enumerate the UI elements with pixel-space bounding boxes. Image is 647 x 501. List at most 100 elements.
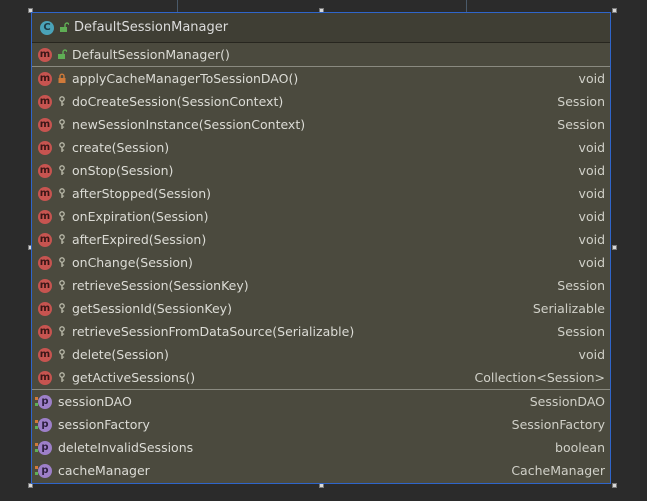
- member-signature: onExpiration(Session): [72, 209, 209, 224]
- member-row[interactable]: m onStop(Session) void: [32, 159, 610, 182]
- property-name: deleteInvalidSessions: [58, 440, 194, 455]
- member-row[interactable]: m retrieveSessionFromDataSource(Serializa…: [32, 320, 610, 343]
- member-row[interactable]: m create(Session) void: [32, 136, 610, 159]
- member-signature: onChange(Session): [72, 255, 193, 270]
- member-row[interactable]: m getActiveSessions() Collection<Session>: [32, 366, 610, 389]
- guide-line: [177, 0, 178, 12]
- protected-key-icon: [57, 96, 67, 108]
- methods-section: m applyCacheManagerToSessionDAO() void m doC…: [32, 67, 610, 390]
- uml-class-node[interactable]: C DefaultSessionManager m DefaultSessionM…: [31, 12, 611, 484]
- property-row[interactable]: p sessionFactory SessionFactory: [32, 413, 610, 436]
- private-lock-icon: [57, 73, 67, 85]
- protected-key-icon: [57, 165, 67, 177]
- member-row[interactable]: m afterStopped(Session) void: [32, 182, 610, 205]
- method-icon: m: [38, 163, 52, 178]
- public-visibility-icon: [57, 49, 67, 61]
- protected-key-icon: [57, 326, 67, 338]
- member-signature: doCreateSession(SessionContext): [72, 94, 284, 109]
- property-row[interactable]: p deleteInvalidSessions boolean: [32, 436, 610, 459]
- member-row[interactable]: m afterExpired(Session) void: [32, 228, 610, 251]
- member-type: void: [578, 163, 605, 178]
- member-type: Serializable: [532, 301, 605, 316]
- member-type: void: [578, 255, 605, 270]
- protected-key-icon: [57, 234, 67, 246]
- method-icon: m: [38, 186, 52, 201]
- member-signature: delete(Session): [72, 347, 169, 362]
- protected-key-icon: [57, 211, 67, 223]
- member-signature: retrieveSession(SessionKey): [72, 278, 249, 293]
- member-row[interactable]: m doCreateSession(SessionContext) Session: [32, 90, 610, 113]
- member-type: Session: [557, 324, 605, 339]
- constructors-section: m DefaultSessionManager(): [32, 43, 610, 67]
- member-signature: getActiveSessions(): [72, 370, 196, 385]
- method-icon: m: [38, 347, 52, 362]
- protected-key-icon: [57, 280, 67, 292]
- property-row[interactable]: p cacheManager CacheManager: [32, 459, 610, 482]
- protected-key-icon: [57, 372, 67, 384]
- class-header[interactable]: C DefaultSessionManager: [32, 13, 610, 43]
- class-title: DefaultSessionManager: [74, 20, 229, 35]
- member-signature: retrieveSessionFromDataSource(Serializab…: [72, 324, 355, 339]
- method-icon: m: [38, 255, 52, 270]
- public-visibility-icon: [59, 22, 69, 34]
- property-name: sessionDAO: [58, 394, 132, 409]
- property-type: SessionDAO: [529, 394, 605, 409]
- protected-key-icon: [57, 188, 67, 200]
- property-icon: p: [35, 463, 52, 478]
- member-signature: newSessionInstance(SessionContext): [72, 117, 306, 132]
- method-icon: m: [38, 94, 52, 109]
- member-row[interactable]: m onExpiration(Session) void: [32, 205, 610, 228]
- member-type: void: [578, 232, 605, 247]
- property-type: SessionFactory: [511, 417, 605, 432]
- member-type: void: [578, 347, 605, 362]
- method-icon: m: [38, 140, 52, 155]
- member-type: Session: [557, 117, 605, 132]
- member-type: Session: [557, 94, 605, 109]
- member-row[interactable]: m DefaultSessionManager(): [32, 43, 610, 66]
- property-icon: p: [35, 440, 52, 455]
- member-signature: getSessionId(SessionKey): [72, 301, 232, 316]
- member-signature: onStop(Session): [72, 163, 174, 178]
- member-signature: applyCacheManagerToSessionDAO(): [72, 71, 299, 86]
- protected-key-icon: [57, 349, 67, 361]
- property-type: CacheManager: [511, 463, 605, 478]
- member-type: void: [578, 209, 605, 224]
- method-icon: m: [38, 278, 52, 293]
- resize-handle-bottom-right[interactable]: [612, 483, 617, 488]
- member-signature: afterStopped(Session): [72, 186, 211, 201]
- member-row[interactable]: m applyCacheManagerToSessionDAO() void: [32, 67, 610, 90]
- method-icon: m: [38, 71, 52, 86]
- class-icon: C: [40, 20, 54, 35]
- property-icon: p: [35, 417, 52, 432]
- member-row[interactable]: m delete(Session) void: [32, 343, 610, 366]
- protected-key-icon: [57, 142, 67, 154]
- resize-handle-top-right[interactable]: [612, 8, 617, 13]
- properties-section: p sessionDAO SessionDAO p sessionFactory Sess…: [32, 390, 610, 482]
- property-name: sessionFactory: [58, 417, 150, 432]
- member-signature: afterExpired(Session): [72, 232, 207, 247]
- protected-key-icon: [57, 257, 67, 269]
- guide-line: [466, 0, 467, 12]
- member-type: Session: [557, 278, 605, 293]
- member-row[interactable]: m newSessionInstance(SessionContext) Sessi…: [32, 113, 610, 136]
- member-row[interactable]: m getSessionId(SessionKey) Serializable: [32, 297, 610, 320]
- property-type: boolean: [555, 440, 605, 455]
- member-type: Collection<Session>: [474, 370, 605, 385]
- method-icon: m: [38, 301, 52, 316]
- method-icon: m: [38, 209, 52, 224]
- member-type: void: [578, 140, 605, 155]
- member-signature: DefaultSessionManager(): [72, 47, 230, 62]
- property-name: cacheManager: [58, 463, 150, 478]
- method-icon: m: [38, 47, 52, 62]
- property-row[interactable]: p sessionDAO SessionDAO: [32, 390, 610, 413]
- member-type: void: [578, 186, 605, 201]
- resize-handle-right[interactable]: [612, 245, 617, 250]
- method-icon: m: [38, 117, 52, 132]
- member-signature: create(Session): [72, 140, 170, 155]
- method-icon: m: [38, 370, 52, 385]
- member-type: void: [578, 71, 605, 86]
- property-icon: p: [35, 394, 52, 409]
- member-row[interactable]: m retrieveSession(SessionKey) Session: [32, 274, 610, 297]
- member-row[interactable]: m onChange(Session) void: [32, 251, 610, 274]
- method-icon: m: [38, 324, 52, 339]
